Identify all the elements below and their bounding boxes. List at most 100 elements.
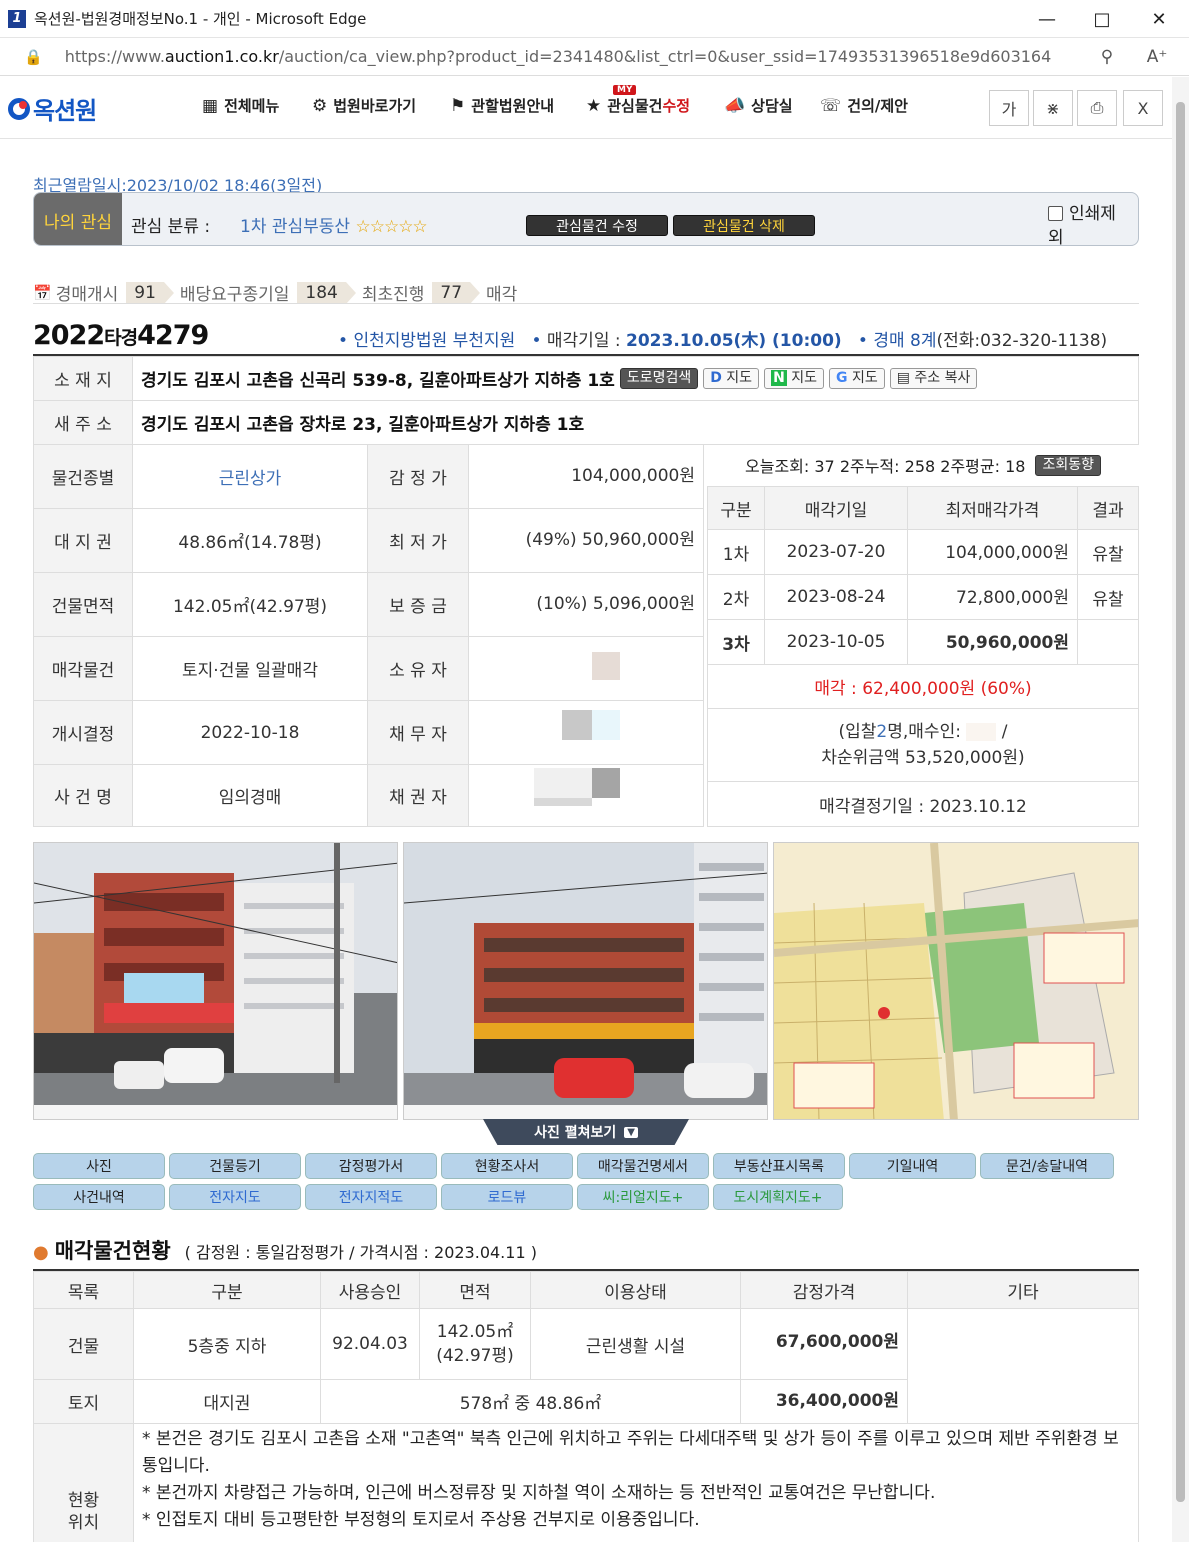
print-icon[interactable]: ⎙ <box>1077 90 1117 126</box>
star-rating[interactable]: ☆☆☆☆☆ <box>355 217 427 237</box>
lock-icon: 🔒 <box>24 47 43 66</box>
close-button[interactable]: X <box>1123 90 1163 126</box>
tab-photo[interactable]: 사진 <box>33 1153 165 1179</box>
megaphone-icon: 📣 <box>724 95 746 116</box>
address-bar[interactable]: 🔒 https://www.auction1.co.kr/auction/ca_… <box>0 38 1189 76</box>
court-link[interactable]: 인천지방법원 부천지원 <box>353 331 515 351</box>
property-photo-2[interactable] <box>403 842 768 1120</box>
new-address-value: 경기도 김포시 고촌읍 장차로 23, 길훈아파트상가 지하층 1호 <box>132 400 1139 445</box>
read-aloud-icon[interactable]: A⁺ <box>1137 38 1177 76</box>
nav-my-interest[interactable]: ★ 관심물건 수정 <box>586 95 690 116</box>
font-size-button[interactable]: 가 <box>989 90 1029 126</box>
bid-info: (입찰2명,매수인: / 차순위금액 53,520,000원) <box>707 708 1139 782</box>
detail-label: 매각물건 <box>33 636 133 701</box>
expand-photos-button[interactable]: 사진 펼쳐보기 ▼ <box>483 1119 689 1145</box>
tab-case-history[interactable]: 사건내역 <box>33 1184 165 1210</box>
tab-urban-plan-map[interactable]: 도시계획지도+ <box>713 1184 843 1210</box>
checkbox-icon[interactable] <box>1048 206 1063 221</box>
maximize-icon[interactable]: □ <box>1074 0 1130 38</box>
minimize-icon[interactable]: — <box>1019 0 1075 38</box>
tab-building-registry[interactable]: 건물등기 <box>169 1153 301 1179</box>
print-exclude-checkbox[interactable]: 인쇄제외 <box>1048 202 1128 245</box>
detail-label: 채 무 자 <box>367 700 469 765</box>
site-logo[interactable]: 옥션원 <box>8 91 97 126</box>
property-photo-1[interactable] <box>33 842 398 1120</box>
interest-category-value[interactable]: 1차 관심부동산 ☆☆☆☆☆ <box>240 212 428 237</box>
view-trend-button[interactable]: 조회동향 <box>1035 454 1101 476</box>
tab-status-report[interactable]: 현황조사서 <box>441 1153 573 1179</box>
star-folder-icon: ★ <box>586 95 602 116</box>
section-title: ● 매각물건현황( 감정원 : 통일감정평가 / 가격시점 : 2023.04.1… <box>33 1239 537 1263</box>
sale-decision-date: 매각결정기일 : 2023.10.12 <box>707 781 1139 827</box>
interest-box: 나의 관심 관심 분류 : 1차 관심부동산 ☆☆☆☆☆ 관심물건 수정 관심물… <box>33 192 1139 246</box>
tab-real-map[interactable]: 씨:리얼지도+ <box>577 1184 709 1210</box>
nav-court-guide[interactable]: ⚑ 관할법원안내 <box>450 95 554 116</box>
share-icon[interactable]: ⋇ <box>1033 90 1073 126</box>
tab-date-history[interactable]: 기일내역 <box>849 1153 976 1179</box>
detail-value: 48.86㎡(14.78평) <box>132 508 368 573</box>
status-cell: 대지권 <box>133 1379 321 1424</box>
google-map-button[interactable]: G 지도 <box>829 368 885 389</box>
close-window-icon[interactable]: ✕ <box>1131 0 1187 38</box>
new-address-label: 새 주 소 <box>33 400 133 445</box>
scrollbar-thumb[interactable] <box>1176 102 1185 1502</box>
status-header: 목록 <box>33 1271 134 1309</box>
detail-value: 142.05㎡(42.97평) <box>132 572 368 637</box>
detail-label: 개시결정 <box>33 700 133 765</box>
nav-consulting[interactable]: 📣 상담실 <box>724 95 793 116</box>
nav-court-links[interactable]: ⚙ 법원바로가기 <box>312 95 416 116</box>
round-date: 2023-10-05 <box>764 619 908 665</box>
redacted-block <box>562 710 592 740</box>
status-header: 감정가격 <box>740 1271 908 1309</box>
tab-sale-statement[interactable]: 매각물건명세서 <box>577 1153 709 1179</box>
main-content: 최근열람일시:2023/10/02 18:46(3일전) 나의 관심 관심 분류… <box>0 140 1172 1542</box>
detail-label: 건물면적 <box>33 572 133 637</box>
url-text[interactable]: https://www.auction1.co.kr/auction/ca_vi… <box>65 47 1052 66</box>
address-row: 경기도 김포시 고촌읍 신곡리 539-8, 길훈아파트상가 지하층 1호 도로… <box>132 356 1139 401</box>
status-cell: 142.05㎡ (42.97평) <box>419 1308 531 1380</box>
deposit-value: (10%) 5,096,000원 <box>468 572 704 637</box>
detail-value: 2022-10-18 <box>132 700 368 765</box>
status-header: 사용승인 <box>320 1271 420 1309</box>
round-no: 3차 <box>707 619 765 665</box>
tab-appraisal[interactable]: 감정평가서 <box>305 1153 437 1179</box>
tab-cadastral-map[interactable]: 전자지적도 <box>305 1184 437 1210</box>
round-header: 구분 <box>707 486 765 530</box>
status-row-label: 토지 <box>33 1379 134 1424</box>
site-favicon-icon: 1 <box>8 9 26 28</box>
property-type-value[interactable]: 근린상가 <box>132 444 368 509</box>
status-row-label: 건물 <box>33 1308 134 1380</box>
tab-documents[interactable]: 문건/송달내역 <box>980 1153 1114 1179</box>
naver-map-button[interactable]: N 지도 <box>764 368 824 389</box>
copy-address-button[interactable]: ▤ 주소 복사 <box>889 368 978 389</box>
progress-steps: 📅 경매개시 91 배당요구종기일 184 최초진행 77 매각 <box>33 281 518 305</box>
nav-suggestion[interactable]: ☏ 건의/제안 <box>820 95 908 116</box>
status-price: 67,600,000원 <box>740 1308 908 1380</box>
round-result: 유찰 <box>1077 529 1139 575</box>
road-search-button[interactable]: 도로명검색 <box>619 368 699 389</box>
daum-map-button[interactable]: D 지도 <box>703 368 760 389</box>
tab-electronic-map[interactable]: 전자지도 <box>169 1184 301 1210</box>
status-header: 이용상태 <box>530 1271 741 1309</box>
status-cell: 92.04.03 <box>320 1308 420 1380</box>
location-label: 현황 위치 <box>33 1423 134 1542</box>
delete-interest-button[interactable]: 관심물건 삭제 <box>673 215 815 236</box>
map-marker-icon: ⚑ <box>450 95 466 116</box>
headset-icon: ☏ <box>820 95 842 116</box>
redacted-block <box>592 710 620 740</box>
my-badge: MY <box>613 85 637 95</box>
tab-road-view[interactable]: 로드뷰 <box>441 1184 573 1210</box>
status-price: 36,400,000원 <box>740 1379 908 1424</box>
status-header: 면적 <box>419 1271 531 1309</box>
detail-label: 물건종별 <box>33 444 133 509</box>
nav-all-menu[interactable]: ▦ 전체메뉴 <box>202 95 279 116</box>
round-result: 유찰 <box>1077 574 1139 620</box>
zoom-icon[interactable]: ⚲ <box>1087 38 1127 76</box>
view-stats: 오늘조회: 37 2주누적: 258 2주평균: 18 조회동향 <box>707 446 1139 484</box>
edit-interest-button[interactable]: 관심물건 수정 <box>526 215 668 236</box>
status-cell: 5층중 지하 <box>133 1308 321 1380</box>
chevron-down-icon: ▼ <box>624 1126 638 1138</box>
status-etc <box>907 1308 1139 1424</box>
property-map-image[interactable] <box>773 842 1139 1120</box>
tab-property-list[interactable]: 부동산표시목록 <box>713 1153 845 1179</box>
